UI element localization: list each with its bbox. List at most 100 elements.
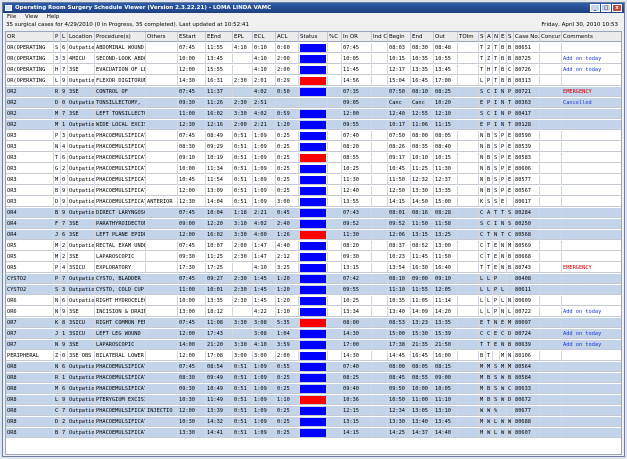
cell-percent [328, 153, 342, 163]
table-row[interactable]: OR2M1OutpatieWIDE LOCAL EXCISION 12:3012:… [6, 120, 621, 130]
header-others[interactable]: Others [146, 32, 178, 42]
table-row[interactable]: OR7 N 9 3SE LAPAROSCOPIC 14:00 21:20 3:30 4:10 3:… [6, 340, 621, 350]
table-row[interactable]: OR3G2OutpatiePHACOEMULSIFICATION10:0011:… [6, 164, 621, 174]
header-procedure[interactable]: Procedure(s) [95, 32, 146, 42]
cell-in-or: 09:55 [342, 285, 372, 295]
cell-in-or: 11:30 [342, 175, 372, 185]
header-epl[interactable]: EPL [233, 32, 253, 42]
header-concur[interactable]: Concur [540, 32, 562, 42]
cell-percent [328, 164, 342, 174]
cell-lateral: 2 [61, 164, 68, 174]
header-begin[interactable]: Begin [388, 32, 411, 42]
table-row[interactable]: OR3T6OutpatiePHACOEMULSIFICATION09:1010:… [6, 153, 621, 163]
cell-begin: 15:00 [388, 329, 411, 339]
cell-priority: D [54, 98, 61, 108]
cell-a: W [486, 417, 493, 427]
table-row[interactable]: OR3M0OutpatiePHACOEMULSIFICATION10:4511:… [6, 175, 621, 185]
table-row[interactable]: OR8D2OutpatiePHACOEMULSIFICATION 10:3014:… [6, 417, 621, 427]
header-n[interactable]: N [493, 32, 500, 42]
header-percent[interactable]: %C [328, 32, 342, 42]
cell-ind-c [372, 54, 388, 64]
cell-est-start: 13:00 [178, 307, 206, 317]
schedule-grid[interactable]: OR P L Location Procedure(s) Others EStart EEnd… [5, 31, 622, 455]
header-ecl[interactable]: ECL [253, 32, 276, 42]
header-est-start[interactable]: EStart [178, 32, 206, 42]
header-in-or[interactable]: In OR [342, 32, 372, 42]
table-row[interactable]: OR6N6OutpatieRIGHT HYDROCELECTOMY10:0013… [6, 296, 621, 306]
header-location[interactable]: Location [68, 32, 95, 42]
table-row[interactable]: OR3D9OutpatiePHACOEMULSIFICATIONANTERIOR… [6, 197, 621, 207]
table-row[interactable]: OR7K83SICURIGHT COMMON FEMORAL 07:4511:08… [6, 318, 621, 328]
header-priority[interactable]: P [54, 32, 61, 42]
table-row[interactable]: CYSTO2 S 3 Outpatie CYSTO, COLD CUP 11:00 10:0… [6, 285, 621, 295]
menu-help[interactable]: Help [47, 14, 60, 20]
cell-in-or: 07:35 [342, 87, 372, 97]
table-row[interactable]: OR8C7OutpatiePHACOEMULSIFICATIONINJECTIO… [6, 406, 621, 416]
cell-epl: 3:00 [233, 351, 253, 361]
header-status[interactable]: Status [299, 32, 328, 42]
header-a[interactable]: A [486, 32, 493, 42]
header-ind-c[interactable]: Ind C [372, 32, 388, 42]
cell-s2: N [507, 296, 514, 306]
table-row[interactable]: OR5 M 2 Outpatie RECTAL EXAM UNDER 07:45 10:07… [6, 241, 621, 251]
close-button[interactable]: x [612, 4, 622, 12]
header-est-end[interactable]: EEnd [206, 32, 233, 42]
header-s2[interactable]: S [507, 32, 514, 42]
header-s[interactable]: S [479, 32, 486, 42]
table-row[interactable]: OR6N93SEINCISION & DRAINAGE13:0018:124:2… [6, 307, 621, 317]
cell-location: Outpatie [69, 384, 95, 394]
cell-percent [328, 87, 342, 97]
table-row[interactable]: OR4J63SELEFT PLANE EPIDERLAN 12:0016:023:… [6, 230, 621, 240]
table-row[interactable]: OR2 D 0 Outpatie TONSILLECTOMY, 09:30 11:26 2:3… [6, 98, 621, 108]
table-row[interactable]: PERIPHERAL Z 0 3SE OBS BILATERAL LOWER 12:00 1… [6, 351, 621, 361]
cell-others [146, 428, 178, 438]
cell-concur [540, 219, 562, 229]
header-e[interactable]: E [500, 32, 507, 42]
header-acl[interactable]: ACL [276, 32, 299, 42]
table-row[interactable]: OR4F73SEPARATHYROIDECTOMY, 09:0012:203:10… [6, 219, 621, 229]
minimize-button[interactable]: _ [590, 4, 600, 12]
status-line: 35 surgical cases for 4/29/2010 (0 in Pr… [3, 21, 624, 30]
header-case-no[interactable]: Case No. [514, 32, 540, 42]
cell-begin: 10:50 [388, 395, 411, 405]
cell-in-or: 14:30 [342, 351, 372, 361]
table-row[interactable]: OR8L9OutpatiePTERYGIUM EXCISION 10:3011:4… [6, 395, 621, 405]
cell-s: N [479, 131, 486, 141]
table-row[interactable]: CYSTO2 P 7 Outpatie CYSTO, BLADDER 07:45 09:27… [6, 274, 621, 284]
cell-epl [233, 329, 253, 339]
table-row[interactable]: OR8R1OutpatiePHACOEMULSIFICATION08:3009:… [6, 373, 621, 383]
header-end[interactable]: End [411, 32, 434, 42]
table-row[interactable]: OR8M6OutpatiePHACOEMULSIFICATION09:3010:… [6, 384, 621, 394]
table-row[interactable]: OR(OPERATINGH73SEEVACUATION OF LEFT12:00… [6, 65, 621, 75]
cell-procedure: EXPLORATORY [95, 263, 146, 273]
cell-est-start: 14:30 [178, 76, 206, 86]
table-row[interactable]: OR(OPERATING S 6 Outpatie ABDOMINAL WOUND 07:… [6, 43, 621, 53]
table-row[interactable]: OR3B9OutpatiePHACOEMULSIFICATION12:0013:… [6, 186, 621, 196]
table-row[interactable]: OR2 R 9 3SE CONTROL OF 07:45 11:37 4:02 0:50 07:3… [6, 87, 621, 97]
cell-or: OR(OPERATING [6, 65, 54, 75]
cell-a: P [486, 98, 493, 108]
menu-view[interactable]: View [25, 14, 38, 20]
table-row[interactable]: OR7 J 1 3SICU LEFT LEG WOUND 12:00 17:43 3:08 1:… [6, 329, 621, 339]
header-lateral[interactable]: L [61, 32, 68, 42]
table-row[interactable]: OR8B7OutpatiePHACOEMULSIFICATION13:3014:… [6, 428, 621, 438]
cell-or: OR4 [6, 230, 54, 240]
table-row[interactable]: OR5 M 2 3SE LAPAROSCOPIC 09:30 11:25 2:30 1:47 2:… [6, 252, 621, 262]
table-row[interactable]: OR8N6OutpatiePHACOEMULSIFICATION07:4508:… [6, 362, 621, 372]
table-row[interactable]: OR(OPERATING L 9 Outpatie FLEXOR DIGITORUM 14… [6, 76, 621, 86]
cell-others [146, 153, 178, 163]
menu-file[interactable]: File [7, 14, 16, 20]
table-row[interactable]: OR3P3OutpatiePHACOEMULSIFICATION07:4508:… [6, 131, 621, 141]
header-or[interactable]: OR [6, 32, 54, 42]
table-row[interactable]: OR5 P 4 3SICU EXPLORATORY 17:30 17:25 4:10 3:25 1… [6, 263, 621, 273]
table-row[interactable]: OR3N4OutpatiePHACOEMULSIFICATION08:3009:… [6, 142, 621, 152]
header-comments[interactable]: Comments [562, 32, 621, 42]
maximize-button[interactable]: □ [601, 4, 611, 12]
header-toim[interactable]: TOIm [458, 32, 479, 42]
table-row[interactable]: OR4B9OutpatieDIRECT LARYNGOSCOPY 07:4510:… [6, 208, 621, 218]
table-row[interactable]: OR(OPERATING334MICUSECOND-LOOK ABDOMINAL… [6, 54, 621, 64]
table-row[interactable]: OR2M73SELEFT TONSILLECTOMY, 11:0016:023:3… [6, 109, 621, 119]
header-out[interactable]: Out [434, 32, 458, 42]
cell-end: 09:00 [411, 274, 434, 284]
cell-a: A [486, 208, 493, 218]
